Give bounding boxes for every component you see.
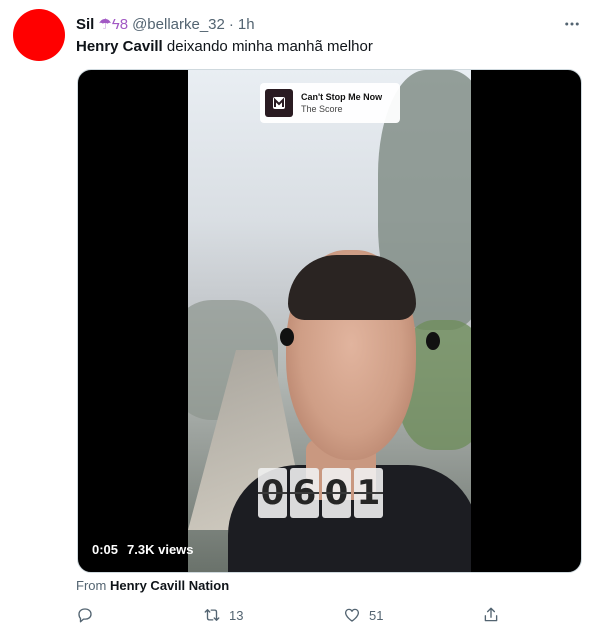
- attribution-prefix: From: [76, 578, 107, 593]
- heart-icon: [344, 608, 360, 622]
- retweet-icon: [204, 609, 220, 621]
- name-emoji: ☂ϟ8: [98, 16, 129, 33]
- retweet-button[interactable]: 13: [203, 602, 243, 628]
- attribution-source-link[interactable]: Henry Cavill Nation: [110, 578, 229, 593]
- flip-counter: 0 6 0 1: [258, 468, 383, 518]
- video-player[interactable]: Can't Stop Me Now The Score 0 6 0 1 0:05…: [77, 69, 582, 573]
- earbud-right: [426, 332, 440, 350]
- avatar[interactable]: [13, 9, 65, 61]
- earbud-left: [280, 328, 294, 346]
- person-hair: [288, 255, 416, 320]
- video-duration: 0:05: [92, 542, 119, 557]
- more-horizontal-icon: [565, 22, 579, 26]
- music-title: Can't Stop Me Now: [301, 92, 383, 102]
- video-views: 7.3K views: [127, 542, 194, 557]
- display-name[interactable]: Sil: [76, 16, 94, 33]
- share-button[interactable]: [482, 602, 500, 628]
- tweet[interactable]: Sil ☂ϟ8 @bellarke_32 · 1h Henry Cavill d…: [0, 0, 599, 640]
- reply-button[interactable]: [76, 602, 94, 628]
- counter-digit: 0: [322, 468, 351, 518]
- tweet-subject: Henry Cavill: [76, 38, 163, 55]
- counter-digit: 1: [354, 468, 383, 518]
- counter-digit: 6: [290, 468, 319, 518]
- video-stats: 0:05 7.3K views: [92, 542, 194, 557]
- music-info: Can't Stop Me Now The Score: [301, 91, 382, 115]
- music-artist: The Score: [301, 104, 343, 114]
- timestamp[interactable]: 1h: [238, 16, 255, 33]
- tweet-body: deixando minha manhã melhor: [162, 38, 373, 55]
- music-app-logo: [265, 89, 293, 117]
- share-icon: [484, 607, 498, 622]
- more-options-button[interactable]: [560, 12, 584, 36]
- separator: ·: [228, 15, 234, 33]
- like-button[interactable]: 51: [343, 602, 383, 628]
- counter-digit: 0: [258, 468, 287, 518]
- video-attribution: From Henry Cavill Nation: [76, 578, 229, 593]
- tweet-actions: 13 51: [76, 602, 506, 628]
- music-sticker: Can't Stop Me Now The Score: [260, 83, 400, 123]
- video-frame[interactable]: Can't Stop Me Now The Score 0 6 0 1: [188, 70, 471, 572]
- user-handle[interactable]: @bellarke_32: [132, 16, 225, 33]
- like-count: 51: [369, 607, 384, 623]
- tweet-header: Sil ☂ϟ8 @bellarke_32 · 1h: [76, 14, 255, 34]
- retweet-count: 13: [229, 607, 244, 623]
- tweet-text: Henry Cavill deixando minha manhã melhor: [76, 37, 373, 57]
- reply-icon: [78, 608, 92, 623]
